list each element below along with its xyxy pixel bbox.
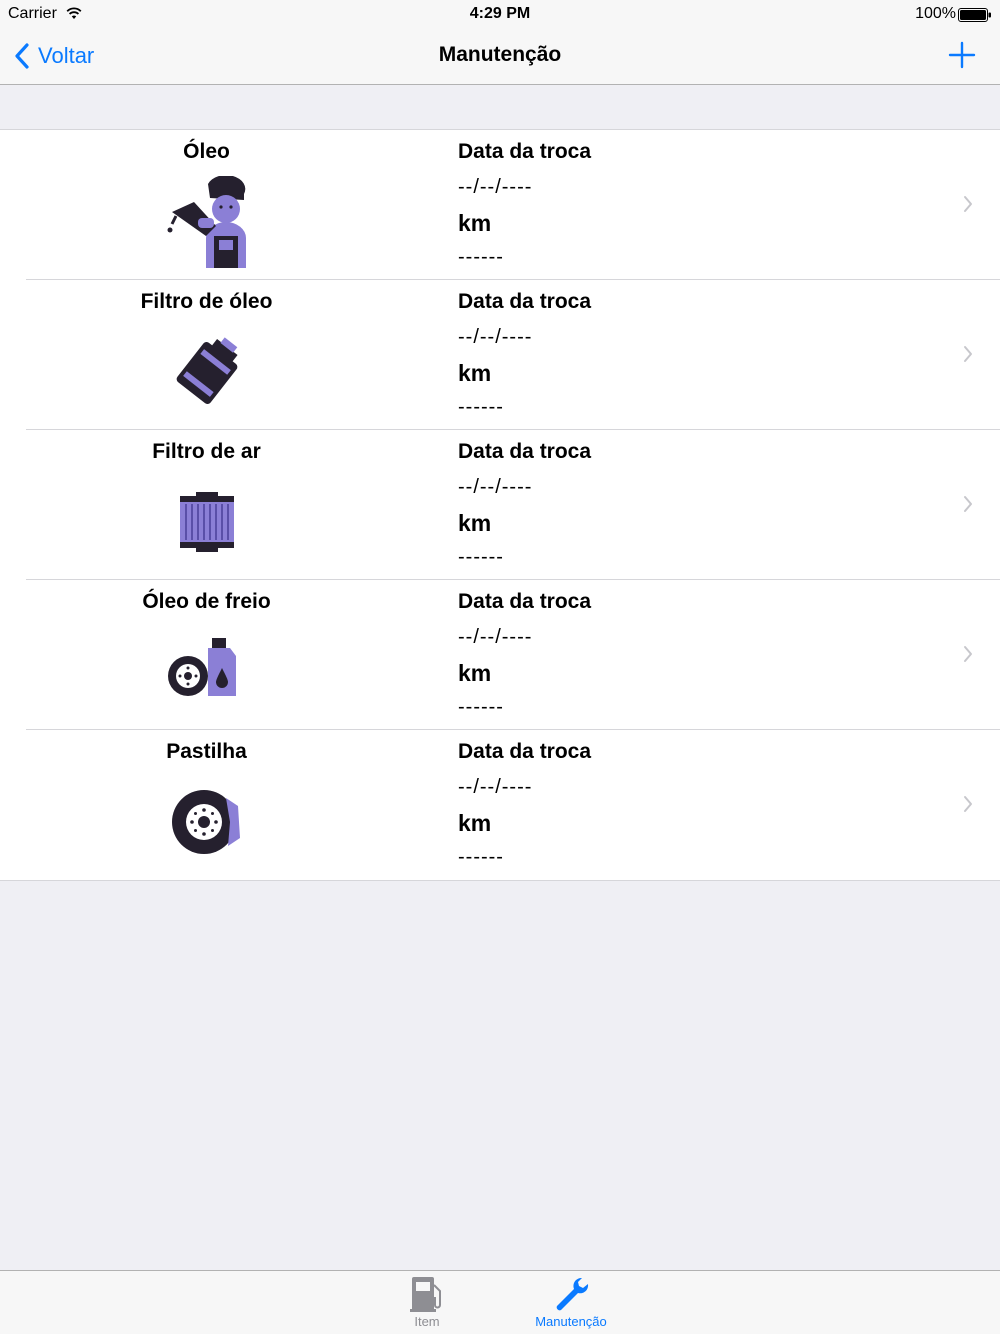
km-value: ------: [458, 846, 504, 868]
km-label: km: [458, 360, 492, 386]
km-value: ------: [458, 396, 504, 418]
date-label: Data da troca: [458, 440, 592, 463]
date-value: --/--/----: [458, 326, 533, 348]
maintenance-row-filtro-de-ar[interactable]: Filtro de ar Data da troca --/--/---- km…: [0, 430, 1000, 580]
maintenance-row-oleo[interactable]: Óleo Data da troca --/--/---- km ------: [0, 130, 1000, 280]
date-label: Data da troca: [458, 590, 592, 613]
tab-bar: Item Manutenção: [0, 1270, 1000, 1334]
air-filter-icon: [164, 476, 250, 570]
chevron-right-icon: [964, 496, 972, 512]
clock: 4:29 PM: [469, 5, 531, 22]
chevron-right-icon: [964, 196, 972, 212]
item-name: Pastilha: [166, 740, 247, 763]
tab-manutencao[interactable]: Manutenção: [511, 1271, 631, 1334]
status-bar: Carrier 4:29 PM 100%: [0, 0, 1000, 28]
item-name: Filtro de ar: [152, 440, 261, 463]
page-title: Manutenção: [438, 43, 562, 66]
wrench-icon: [556, 1277, 589, 1311]
km-label: km: [458, 660, 492, 686]
date-label: Data da troca: [458, 290, 592, 313]
brake-pad-icon: [164, 776, 250, 870]
km-label: km: [458, 210, 492, 236]
oil-filter-icon: [164, 326, 250, 420]
date-label: Data da troca: [458, 740, 592, 763]
battery-icon: [958, 8, 992, 27]
date-value: --/--/----: [458, 476, 533, 498]
date-value: --/--/----: [458, 776, 533, 798]
add-button[interactable]: [948, 41, 976, 69]
fuel-pump-icon: [410, 1277, 441, 1312]
maintenance-row-oleo-de-freio[interactable]: Óleo de freio Data da troca --/--/---- k…: [0, 580, 1000, 730]
tab-label: Manutenção: [535, 1314, 607, 1329]
chevron-right-icon: [964, 646, 972, 662]
maintenance-row-pastilha[interactable]: Pastilha Data da troca --/--/---- km ---…: [0, 730, 1000, 880]
mechanic-oil-icon: [164, 176, 250, 270]
km-label: km: [458, 810, 492, 836]
km-value: ------: [458, 246, 504, 268]
maintenance-row-filtro-de-oleo[interactable]: Filtro de óleo Data da troca --/--/---- …: [0, 280, 1000, 430]
chevron-right-icon: [964, 796, 972, 812]
item-name: Óleo: [183, 140, 230, 163]
item-name: Filtro de óleo: [140, 290, 273, 313]
date-label: Data da troca: [458, 140, 592, 163]
km-value: ------: [458, 546, 504, 568]
date-value: --/--/----: [458, 626, 533, 648]
km-value: ------: [458, 696, 504, 718]
tab-item[interactable]: Item: [367, 1271, 487, 1334]
maintenance-list: Óleo Data da troca --/--/---- km ------: [0, 129, 1000, 881]
navigation-bar: Voltar Manutenção: [0, 28, 1000, 85]
item-name: Óleo de freio: [142, 590, 271, 613]
chevron-right-icon: [964, 346, 972, 362]
brake-fluid-icon: [164, 626, 250, 720]
date-value: --/--/----: [458, 176, 533, 198]
plus-icon: [948, 41, 976, 69]
tab-label: Item: [414, 1314, 440, 1329]
battery-percent: 100%: [915, 5, 956, 22]
km-label: km: [458, 510, 492, 536]
